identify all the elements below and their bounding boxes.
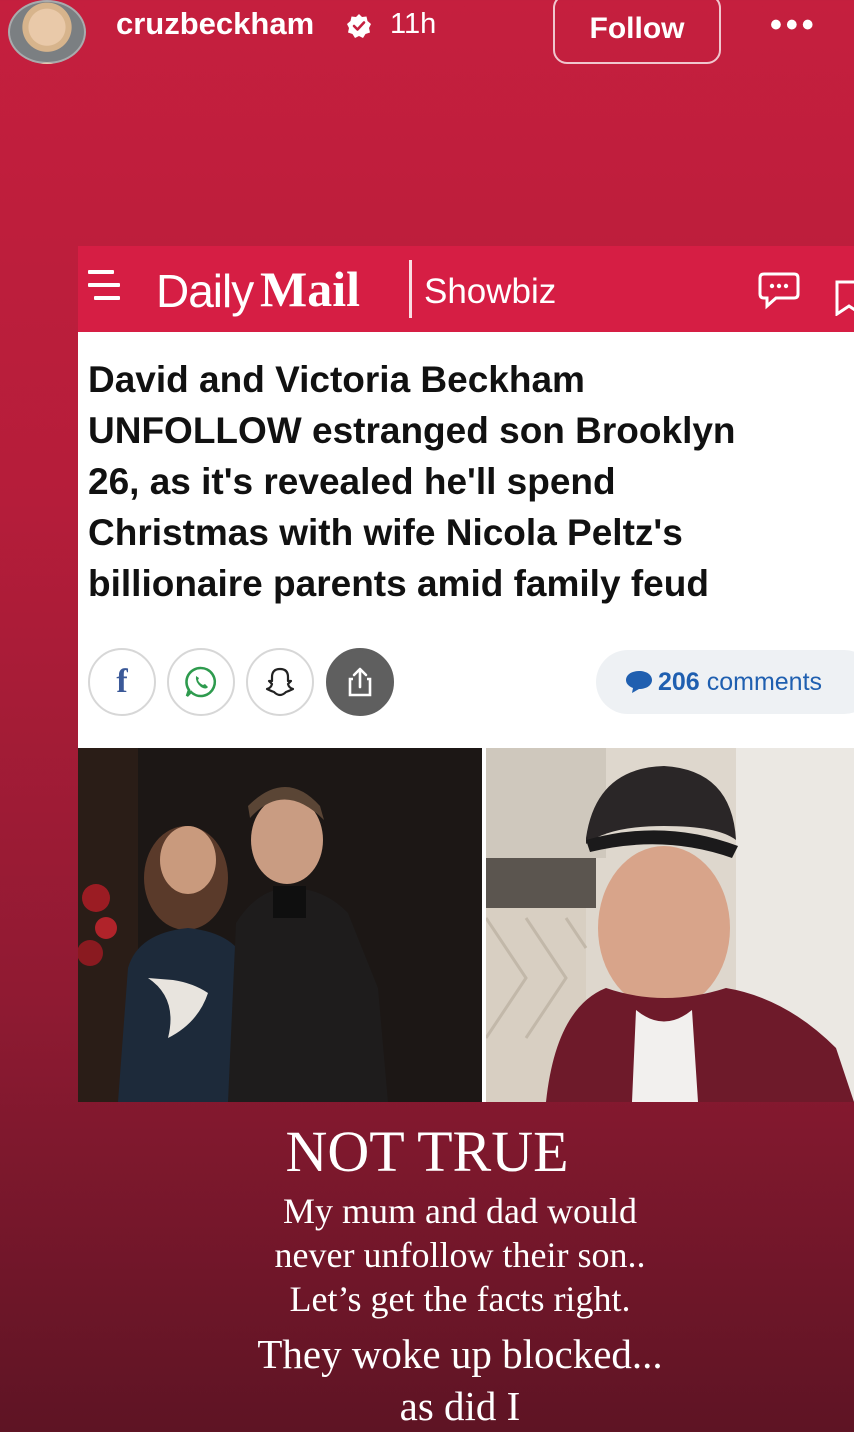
bookmark-icon xyxy=(835,280,854,316)
facebook-share-button: f xyxy=(88,648,156,716)
comments-label: comments xyxy=(706,667,823,696)
headline-line: David and Victoria Beckham xyxy=(88,359,585,400)
comment-bubble-icon xyxy=(758,272,800,310)
caption-line: They woke up blocked... xyxy=(257,1331,663,1377)
whatsapp-icon xyxy=(185,666,217,698)
snapchat-icon xyxy=(265,667,295,697)
caption-line: My mum and dad would xyxy=(283,1191,637,1231)
headline-line: billionaire parents amid family feud xyxy=(88,563,709,604)
brand-daily: Daily xyxy=(156,265,254,317)
avatar[interactable] xyxy=(8,0,86,64)
whatsapp-share-button xyxy=(167,648,235,716)
share-icon xyxy=(348,667,372,697)
caption-line: as did I xyxy=(399,1383,521,1429)
share-button xyxy=(326,648,394,716)
section-label: Showbiz xyxy=(424,272,557,311)
comments-count: 206 xyxy=(658,667,700,696)
verified-badge-icon xyxy=(347,14,371,38)
headline-line: 26, as it's revealed he'll spend xyxy=(88,461,616,502)
brooklyn-photo xyxy=(486,748,854,1102)
headline-line: Christmas with wife Nicola Peltz's xyxy=(88,512,683,553)
brand-mail: Mail xyxy=(260,261,360,317)
caption-title: NOT TRUE xyxy=(285,1119,569,1184)
article-card: Daily Mail Showbiz David and Victoria Be… xyxy=(78,246,854,1102)
caption-line: Let’s get the facts right. xyxy=(289,1279,631,1319)
comment-bubble-icon xyxy=(626,671,652,693)
article-headline: David and Victoria Beckham UNFOLLOW estr… xyxy=(88,354,854,609)
headline-line: UNFOLLOW estranged son Brooklyn xyxy=(88,410,736,451)
header-divider xyxy=(409,260,412,318)
username[interactable]: cruzbeckham xyxy=(116,6,314,42)
dailymail-header-bar: Daily Mail Showbiz xyxy=(78,246,854,332)
comments-pill: 206 comments xyxy=(596,650,854,714)
caption-line: never unfollow their son.. xyxy=(274,1235,646,1275)
hamburger-menu-icon xyxy=(88,270,120,306)
facebook-icon: f xyxy=(116,663,128,700)
snapchat-share-button xyxy=(246,648,314,716)
beckham-couple-photo xyxy=(78,748,482,1102)
post-time: 11h xyxy=(390,8,437,40)
follow-button[interactable]: Follow xyxy=(553,0,721,64)
more-options-icon[interactable]: ••• xyxy=(770,6,818,45)
